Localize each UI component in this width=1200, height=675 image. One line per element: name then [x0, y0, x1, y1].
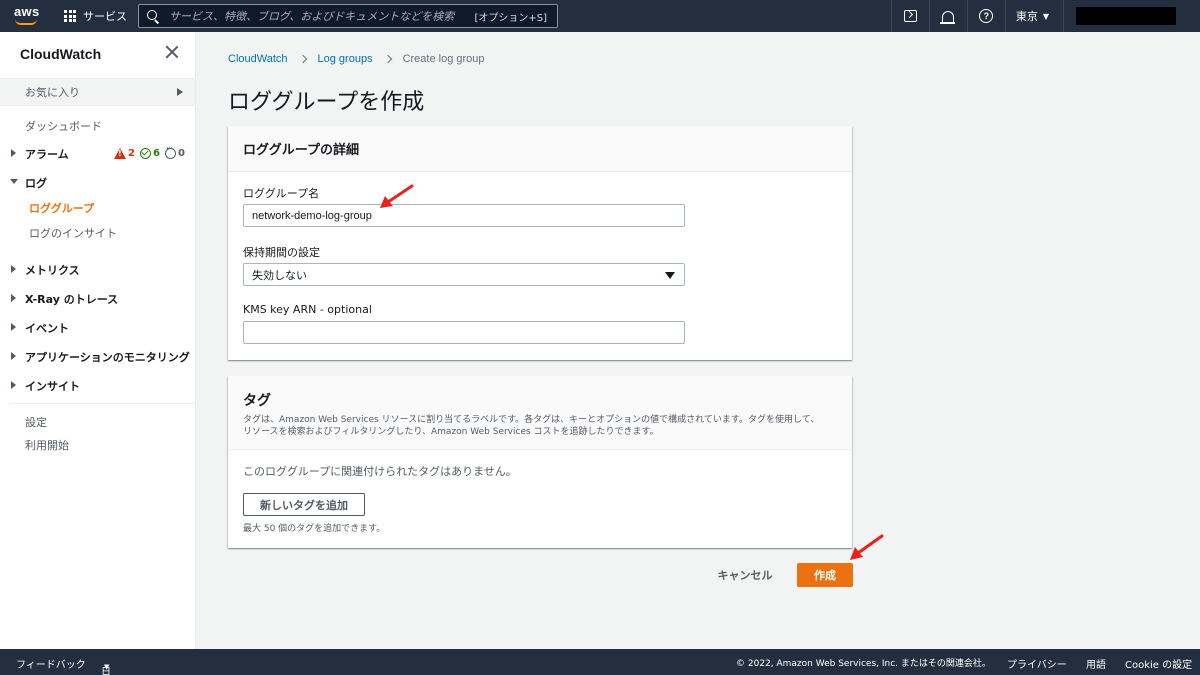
tags-empty-message: このロググループに関連付けられたタグはありません。 — [243, 465, 517, 478]
favorites-label: お気に入り — [25, 86, 80, 99]
cloudshell-icon — [903, 10, 917, 22]
tags-description: タグは、Amazon Web Services リソースに割り当てるラベルです。… — [243, 414, 837, 438]
retention-label: 保持期間の設定 — [243, 246, 320, 259]
top-right-controls: ? 東京 ▼ — [890, 0, 1200, 32]
cancel-button[interactable]: キャンセル — [706, 563, 784, 587]
services-menu-button[interactable]: サービス — [64, 0, 127, 32]
notifications-button[interactable] — [928, 0, 967, 32]
aws-logo[interactable]: aws — [10, 0, 58, 32]
ok-badge[interactable]: 6 — [139, 148, 160, 159]
help-icon: ? — [979, 9, 994, 23]
chevron-right-icon — [177, 88, 183, 96]
ok-count: 6 — [152, 148, 160, 159]
chevron-right-icon — [383, 54, 392, 64]
terms-link[interactable]: 用語 — [1086, 656, 1106, 671]
close-icon[interactable] — [165, 45, 179, 59]
privacy-link[interactable]: プライバシー — [1007, 656, 1067, 671]
log-group-name-label: ロググループ名 — [243, 187, 320, 200]
sidebar-item-logs[interactable]: ログ — [25, 175, 47, 191]
chevron-right-icon[interactable] — [11, 265, 16, 273]
cloudshell-button[interactable] — [890, 0, 929, 32]
chevron-down-icon: ▼ — [104, 663, 110, 671]
insufficient-badge[interactable]: 0 — [164, 144, 185, 159]
grid-icon — [64, 10, 76, 22]
sidebar: CloudWatch お気に入り ダッシュボード アラーム 2 6 0 ログ ロ… — [0, 32, 196, 649]
tags-description-line1: タグは、Amazon Web Services リソースに割り当てるラベルです。… — [243, 415, 820, 425]
sidebar-item-getting-started[interactable]: 利用開始 — [25, 437, 69, 453]
tags-limit-note: 最大 50 個のタグを追加できます。 — [243, 524, 386, 534]
add-tag-button[interactable]: 新しいタグを追加 — [243, 493, 365, 516]
sidebar-item-insights[interactable]: インサイト — [25, 378, 80, 394]
chevron-down-icon: ▼ — [1042, 11, 1049, 21]
page-title: ロググループを作成 — [228, 90, 425, 115]
sidebar-item-xray[interactable]: X-Ray のトレース — [25, 291, 118, 307]
tags-description-line2: リソースを検索およびフィルタリングしたり、Amazon Web Services… — [243, 427, 659, 437]
account-menu[interactable] — [1063, 0, 1200, 32]
chevron-right-icon[interactable] — [11, 149, 16, 157]
region-label: 東京 — [1015, 10, 1038, 23]
sidebar-item-log-insights[interactable]: ログのインサイト — [29, 225, 117, 241]
log-group-name-input[interactable]: network-demo-log-group — [243, 204, 685, 227]
panel-header: ロググループの詳細 — [228, 126, 852, 172]
create-button[interactable]: 作成 — [797, 563, 853, 587]
sidebar-item-dashboard[interactable]: ダッシュボード — [25, 118, 102, 134]
breadcrumb-log-groups[interactable]: Log groups — [318, 53, 373, 65]
services-label: サービス — [83, 11, 127, 23]
sidebar-item-log-groups[interactable]: ロググループ — [29, 200, 94, 216]
top-nav: aws サービス [オプション+S] ? 東京 ▼ — [0, 0, 1200, 32]
retention-select[interactable]: 失効しない — [243, 263, 685, 286]
tags-panel: タグ タグは、Amazon Web Services リソースに割り当てるラベル… — [228, 376, 852, 548]
sidebar-item-events[interactable]: イベント — [25, 320, 69, 336]
kms-key-label: KMS key ARN - optional — [243, 303, 372, 316]
sidebar-item-app-monitoring[interactable]: アプリケーションのモニタリング — [25, 349, 190, 365]
tags-panel-header: タグ タグは、Amazon Web Services リソースに割り当てるラベル… — [228, 376, 852, 450]
sidebar-item-metrics[interactable]: メトリクス — [25, 262, 80, 278]
breadcrumb: CloudWatch Log groups Create log group — [228, 53, 485, 65]
copyright: © 2022, Amazon Web Services, Inc. またはその関… — [736, 659, 991, 669]
warning-icon — [114, 148, 126, 159]
feedback-link[interactable]: フィードバック — [16, 656, 86, 671]
insufficient-count: 0 — [177, 148, 185, 159]
aws-logo-text: aws — [14, 4, 40, 19]
account-name-redacted — [1076, 7, 1176, 25]
sidebar-item-alarms[interactable]: アラーム — [25, 146, 69, 162]
chevron-right-icon[interactable] — [11, 294, 16, 302]
region-selector[interactable]: 東京 ▼ — [1004, 0, 1063, 32]
cookie-settings-link[interactable]: Cookie の設定 — [1125, 656, 1192, 671]
alarm-badge[interactable]: 2 — [114, 148, 135, 159]
search-shortcut: [オプション+S] — [474, 12, 547, 24]
sidebar-item-favorites[interactable]: お気に入り — [0, 78, 195, 106]
log-group-details-panel: ロググループの詳細 ロググループ名 network-demo-log-group… — [228, 126, 852, 360]
annotation-arrow-icon — [850, 534, 884, 560]
sidebar-title: CloudWatch — [20, 46, 102, 62]
sidebar-item-settings[interactable]: 設定 — [25, 414, 47, 430]
tags-title: タグ — [243, 393, 271, 409]
footer: フィードバック 日本語▼ © 2022, Amazon Web Services… — [0, 649, 1200, 675]
help-button[interactable]: ? — [966, 0, 1005, 32]
ellipsis-circle-icon — [164, 144, 176, 159]
aws-smile-icon — [15, 19, 37, 25]
check-circle-icon — [139, 148, 151, 159]
chevron-right-icon — [298, 54, 307, 64]
kms-key-input[interactable] — [243, 321, 685, 344]
chevron-right-icon[interactable] — [11, 352, 16, 360]
search-bar[interactable]: [オプション+S] — [138, 4, 558, 28]
chevron-down-icon[interactable] — [10, 179, 18, 184]
alarm-count: 2 — [128, 148, 135, 159]
retention-value: 失効しない — [252, 268, 307, 282]
bell-icon — [940, 10, 956, 24]
annotation-arrow-icon — [380, 184, 414, 208]
search-input[interactable] — [169, 9, 475, 23]
sidebar-divider — [10, 403, 195, 404]
search-icon — [147, 10, 159, 22]
chevron-right-icon[interactable] — [11, 323, 16, 331]
chevron-down-icon — [665, 272, 675, 279]
breadcrumb-cloudwatch[interactable]: CloudWatch — [228, 53, 288, 65]
alarm-status-badges: 2 6 0 — [114, 144, 190, 159]
breadcrumb-current: Create log group — [402, 53, 485, 65]
chevron-right-icon[interactable] — [11, 381, 16, 389]
